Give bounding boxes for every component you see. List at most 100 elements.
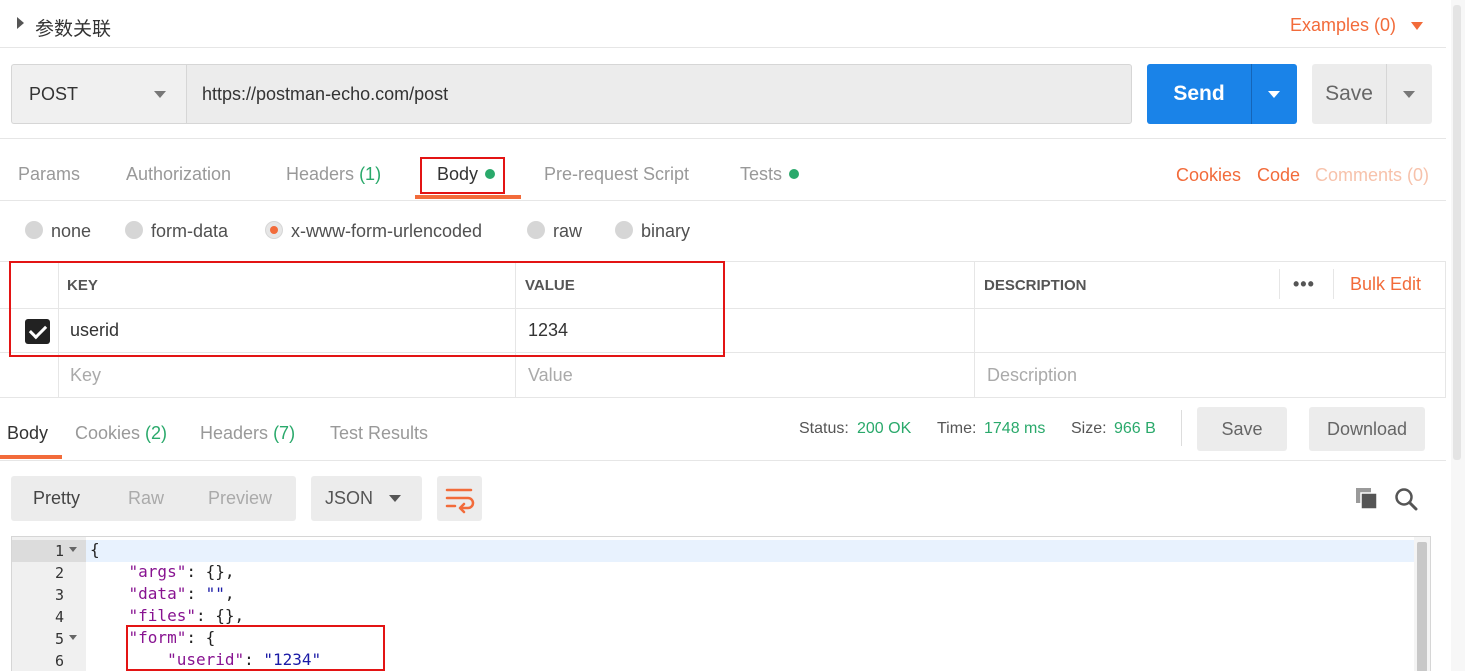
radio-raw[interactable]: raw [527,221,582,242]
radio-x-www-form-urlencoded[interactable]: x-www-form-urlencoded [265,221,482,242]
download-button[interactable]: Download [1309,407,1425,451]
radio-icon[interactable] [527,221,545,239]
fold-arrow-icon[interactable] [69,547,77,552]
response-tab-headers-count: (7) [273,423,296,443]
scrollbar-thumb[interactable] [1453,5,1461,460]
code-text: { [90,540,100,559]
radio-icon[interactable] [25,221,43,239]
code-line: "args": {}, [90,562,235,581]
code-text: : {}, [195,606,245,625]
code-link[interactable]: Code [1257,165,1300,186]
response-tab-cookies-count: (2) [145,423,168,443]
send-button[interactable]: Send [1147,64,1251,124]
chevron-down-icon [154,91,166,98]
tab-headers[interactable]: Headers (1) [286,164,381,185]
radio-form-data[interactable]: form-data [125,221,228,242]
bulk-edit-link[interactable]: Bulk Edit [1350,274,1421,295]
view-mode-group: Pretty Raw Preview [11,476,296,521]
tab-params[interactable]: Params [18,164,80,185]
active-tab-indicator [0,455,62,459]
status-dot-icon [789,169,800,180]
response-tab-cookies-label: Cookies [75,423,141,443]
save-options-button[interactable] [1386,64,1432,124]
radio-icon[interactable] [615,221,633,239]
expand-caret-icon[interactable] [17,17,24,29]
divider [0,460,1446,461]
radio-none[interactable]: none [25,221,91,242]
radio-label: none [51,221,92,241]
comments-link[interactable]: Comments (0) [1315,165,1429,186]
active-tab-indicator [415,195,521,199]
response-tab-headers[interactable]: Headers (7) [200,423,295,444]
column-header-description: DESCRIPTION [984,277,1087,294]
divider [0,397,1446,398]
code-line: { [90,540,100,559]
line-number: 6 [54,652,64,670]
new-description-field[interactable]: Description [987,365,1077,386]
view-preview-button[interactable]: Preview [208,488,272,509]
status-value: 200 OK [857,420,912,437]
collection-title-row[interactable]: 参数关联 Examples (0) [0,0,1446,48]
copy-icon[interactable] [1355,487,1379,511]
radio-label: x-www-form-urlencoded [291,221,483,241]
new-value-field[interactable]: Value [528,365,573,386]
request-title: 参数关联 [35,18,112,40]
time-value: 1748 ms [984,420,1046,437]
chevron-down-icon [1268,91,1280,98]
radio-binary[interactable]: binary [615,221,690,242]
response-tab-cookies[interactable]: Cookies (2) [75,423,167,444]
fold-arrow-icon[interactable] [69,635,77,640]
editor-scrollbar[interactable] [1414,537,1430,671]
save-button[interactable]: Save [1312,64,1386,124]
format-select[interactable]: JSON [311,476,422,521]
tab-headers-count: (1) [359,164,382,184]
format-value: JSON [325,488,374,508]
radio-label: form-data [151,221,229,241]
json-key: "data" [128,584,187,603]
scrollbar-thumb[interactable] [1417,542,1427,671]
divider [0,200,1446,201]
wrap-icon [445,488,475,514]
search-icon[interactable] [1393,486,1419,512]
code-line: "data": "", [90,584,235,603]
chevron-down-icon [389,495,401,502]
radio-icon[interactable] [125,221,143,239]
send-options-button[interactable] [1251,64,1297,124]
examples-dropdown[interactable]: Examples (0) [1290,15,1396,36]
wrap-lines-button[interactable] [437,476,482,521]
size-value: 966 B [1114,420,1156,437]
view-raw-button[interactable]: Raw [128,488,164,509]
tab-prerequest-script[interactable]: Pre-request Script [544,164,689,185]
save-response-button[interactable]: Save [1197,407,1287,451]
response-tab-body[interactable]: Body [7,423,48,444]
divider [974,261,975,398]
divider [0,138,1446,139]
tab-authorization[interactable]: Authorization [126,164,231,185]
code-text: : [186,584,206,603]
chevron-down-icon [1403,91,1415,98]
line-number: 1 [54,542,64,560]
method-value: POST [29,84,79,104]
code-line: "files": {}, [90,606,245,625]
line-number: 5 [54,630,64,648]
divider [1333,269,1334,299]
cookies-link[interactable]: Cookies [1176,165,1241,186]
response-tab-test-results[interactable]: Test Results [330,423,428,444]
radio-selected-icon[interactable] [265,221,283,239]
tab-tests[interactable]: Tests [740,164,800,185]
active-line-highlight [12,540,1414,562]
url-input[interactable]: https://postman-echo.com/post [186,64,1132,124]
view-pretty-button[interactable]: Pretty [33,488,80,509]
radio-label: raw [553,221,583,241]
chevron-down-icon[interactable] [1411,22,1423,30]
annotation-box-params [9,261,725,357]
divider [1445,261,1446,398]
line-number: 3 [54,586,64,604]
code-text: , [224,584,235,603]
response-tab-headers-label: Headers [200,423,269,443]
size-label: Size: [1071,420,1107,437]
more-options-icon[interactable]: ••• [1293,274,1315,295]
tab-headers-label: Headers [286,164,355,184]
method-select[interactable]: POST [11,64,186,124]
new-key-field[interactable]: Key [70,365,101,386]
